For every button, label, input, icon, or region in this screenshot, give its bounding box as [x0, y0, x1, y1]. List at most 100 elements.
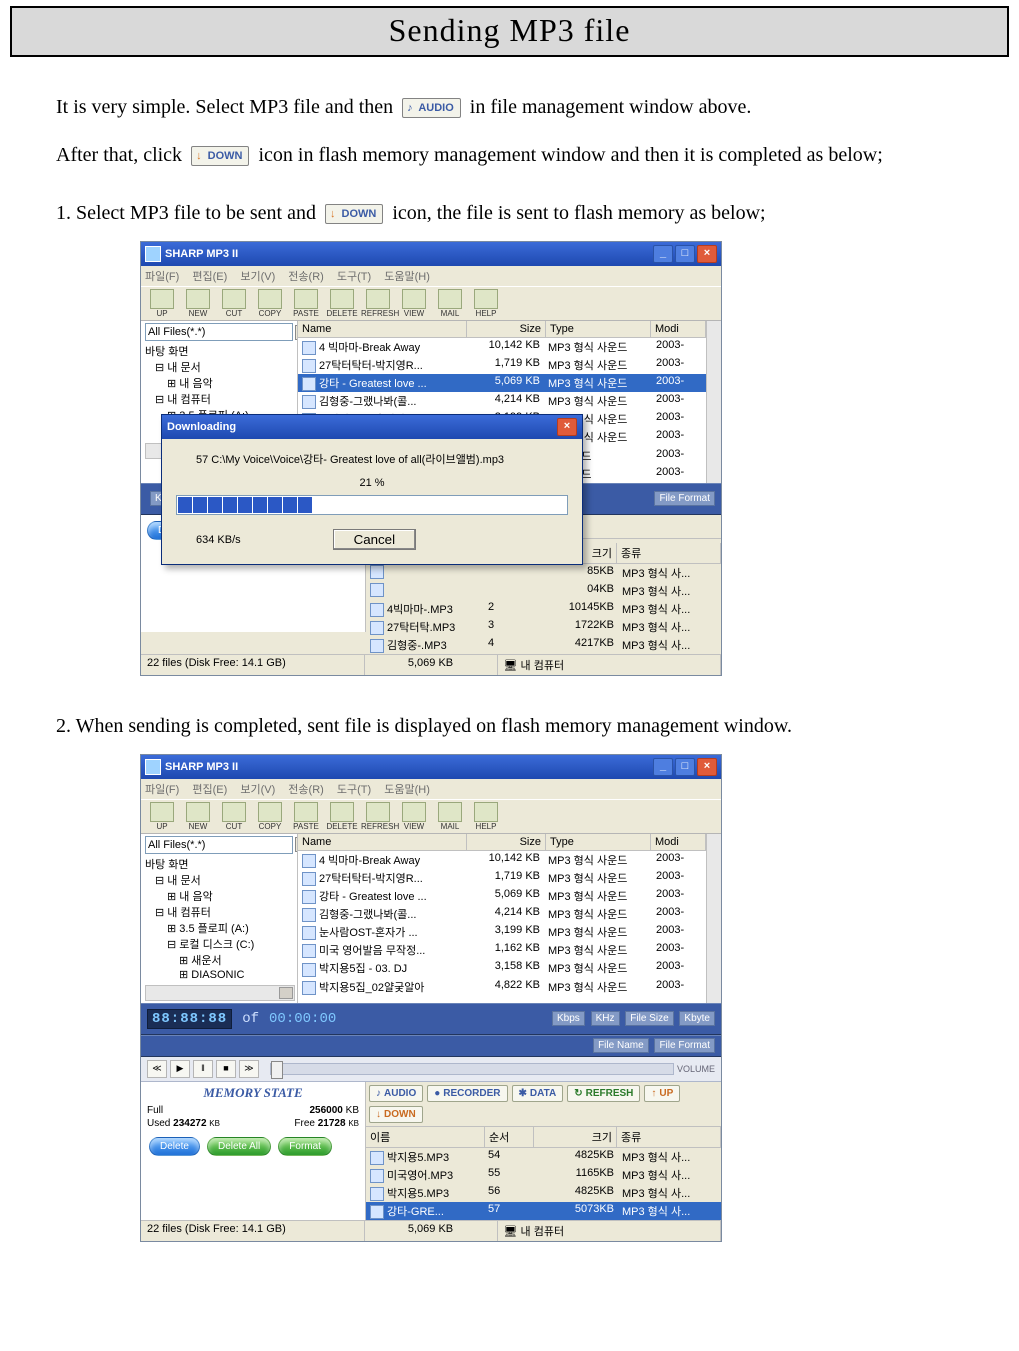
delete-button[interactable]: Delete — [149, 1137, 200, 1156]
menu-item[interactable]: 편집(E) — [192, 784, 227, 796]
toolbar-cut[interactable]: CUT — [217, 289, 251, 318]
recorder-tab[interactable]: ● RECORDER — [427, 1085, 507, 1102]
mh-name[interactable]: 이름 — [366, 1127, 485, 1147]
toolbar-copy[interactable]: COPY — [253, 289, 287, 318]
tree-scrollbar[interactable] — [145, 985, 295, 1001]
close-button[interactable]: × — [697, 245, 717, 263]
file-row[interactable]: 강타 - Greatest love ...5,069 KBMP3 형식 사운드… — [298, 374, 706, 392]
menu-item[interactable]: 도구(T) — [337, 784, 371, 796]
up-button[interactable]: ↑ UP — [644, 1085, 680, 1102]
col-mod[interactable]: Modi — [651, 834, 706, 850]
tree-node[interactable]: ⊞ DIASONIC — [145, 968, 295, 981]
toolbar-new[interactable]: NEW — [181, 802, 215, 831]
menu-item[interactable]: 전송(R) — [288, 271, 324, 283]
toolbar-cut[interactable]: CUT — [217, 802, 251, 831]
format-button[interactable]: Format — [278, 1137, 332, 1156]
filelist-scrollbar[interactable] — [706, 321, 721, 483]
mh-kind[interactable]: 종류 — [617, 543, 721, 563]
file-row[interactable]: 27탁터탁터-박지영R...1,719 KBMP3 형식 사운드2003- — [298, 356, 706, 374]
tree-node[interactable]: ⊞ 새운서 — [145, 952, 295, 968]
minimize-button[interactable]: _ — [653, 245, 673, 263]
col-mod[interactable]: Modi — [651, 321, 706, 337]
refresh-button[interactable]: ↻ REFRESH — [567, 1085, 640, 1102]
folder-tree[interactable]: ▾ 바탕 화면 ⊟ 내 문서 ⊞ 내 음악 ⊟ 내 컴퓨터 ⊞ 3.5 플로피 … — [141, 834, 298, 1003]
memory-row[interactable]: 04KBMP3 형식 사... — [366, 582, 721, 600]
toolbar-up[interactable]: UP — [145, 289, 179, 318]
toolbar-mail[interactable]: MAIL — [433, 289, 467, 318]
maximize-button[interactable]: □ — [675, 245, 695, 263]
file-row[interactable]: 박지용5집_02얄궂알아4,822 KBMP3 형식 사운드2003- — [298, 978, 706, 996]
file-row[interactable]: 미국 영어발음 무작정...1,162 KBMP3 형식 사운드2003- — [298, 941, 706, 959]
memory-row[interactable]: 4빅마마-.MP3210145KBMP3 형식 사... — [366, 600, 721, 618]
file-row[interactable]: 4 빅마마-Break Away10,142 KBMP3 형식 사운드2003- — [298, 851, 706, 869]
toolbar-refresh[interactable]: REFRESH — [361, 802, 395, 831]
minimize-button[interactable]: _ — [653, 758, 673, 776]
toolbar-mail[interactable]: MAIL — [433, 802, 467, 831]
down-button[interactable]: ↓ DOWN — [369, 1106, 423, 1123]
menu-item[interactable]: 도구(T) — [337, 271, 371, 283]
memory-row[interactable]: 85KBMP3 형식 사... — [366, 564, 721, 582]
menu-item[interactable]: 파일(F) — [145, 271, 179, 283]
tree-node[interactable]: ⊟ 내 컴퓨터 — [145, 904, 295, 920]
cancel-button[interactable]: Cancel — [333, 529, 417, 550]
tree-node[interactable]: ⊞ 3.5 플로피 (A:) — [145, 920, 295, 936]
transport-pause[interactable]: ‖ — [193, 1060, 213, 1078]
menu-item[interactable]: 보기(V) — [240, 271, 275, 283]
toolbar-copy[interactable]: COPY — [253, 802, 287, 831]
toolbar-view[interactable]: VIEW — [397, 289, 431, 318]
menu-item[interactable]: 도움말(H) — [384, 784, 430, 796]
audio-tab[interactable]: ♪ AUDIO — [369, 1085, 423, 1102]
toolbar-delete[interactable]: DELETE — [325, 802, 359, 831]
col-name[interactable]: Name — [298, 834, 467, 850]
toolbar-delete[interactable]: DELETE — [325, 289, 359, 318]
transport-next[interactable]: ≫ — [239, 1060, 259, 1078]
file-row[interactable]: 4 빅마마-Break Away10,142 KBMP3 형식 사운드2003- — [298, 338, 706, 356]
menu-item[interactable]: 편집(E) — [192, 271, 227, 283]
file-row[interactable]: 27탁터탁터-박지영R...1,719 KBMP3 형식 사운드2003- — [298, 869, 706, 887]
col-type[interactable]: Type — [546, 321, 651, 337]
toolbar-new[interactable]: NEW — [181, 289, 215, 318]
tree-node[interactable]: ⊟ 로컬 디스크 (C:) — [145, 936, 295, 952]
memory-row[interactable]: 김형중-.MP344217KBMP3 형식 사... — [366, 636, 721, 654]
toolbar-paste[interactable]: PASTE — [289, 802, 323, 831]
toolbar-help[interactable]: HELP — [469, 802, 503, 831]
toolbar-up[interactable]: UP — [145, 802, 179, 831]
memory-row[interactable]: 27탁터탁.MP331722KBMP3 형식 사... — [366, 618, 721, 636]
menu-item[interactable]: 파일(F) — [145, 784, 179, 796]
menu-item[interactable]: 보기(V) — [240, 784, 275, 796]
mh-ord[interactable]: 순서 — [485, 1127, 534, 1147]
memory-row[interactable]: 박지용5.MP3564825KBMP3 형식 사... — [366, 1184, 721, 1202]
toolbar-view[interactable]: VIEW — [397, 802, 431, 831]
mh-size[interactable]: 크기 — [534, 1127, 617, 1147]
menu-item[interactable]: 도움말(H) — [384, 271, 430, 283]
menu-item[interactable]: 전송(R) — [288, 784, 324, 796]
memory-row[interactable]: 박지용5.MP3544825KBMP3 형식 사... — [366, 1148, 721, 1166]
toolbar-help[interactable]: HELP — [469, 289, 503, 318]
tree-node[interactable]: 바탕 화면 — [145, 856, 295, 872]
tree-node[interactable]: ⊟ 내 컴퓨터 — [145, 391, 295, 407]
tree-node[interactable]: ⊟ 내 문서 — [145, 359, 295, 375]
volume-slider[interactable] — [270, 1063, 674, 1075]
col-size[interactable]: Size — [467, 321, 546, 337]
memory-row[interactable]: 강타-GRE...575073KBMP3 형식 사... — [366, 1202, 721, 1220]
close-button[interactable]: × — [697, 758, 717, 776]
tree-node[interactable]: 바탕 화면 — [145, 343, 295, 359]
dialog-close-button[interactable]: × — [557, 418, 577, 436]
file-row[interactable]: 박지용5집 - 03. DJ3,158 KBMP3 형식 사운드2003- — [298, 959, 706, 977]
memory-row[interactable]: 미국영어.MP3551165KBMP3 형식 사... — [366, 1166, 721, 1184]
file-filter-input[interactable] — [145, 323, 293, 341]
mh-kind[interactable]: 종류 — [617, 1127, 721, 1147]
transport-stop[interactable]: ■ — [216, 1060, 236, 1078]
file-row[interactable]: 김형중-그랬나봐(콜...4,214 KBMP3 형식 사운드2003- — [298, 905, 706, 923]
file-row[interactable]: 눈사람OST-혼자가 ...3,199 KBMP3 형식 사운드2003- — [298, 923, 706, 941]
filelist-scrollbar[interactable] — [706, 834, 721, 1003]
toolbar-paste[interactable]: PASTE — [289, 289, 323, 318]
tree-node[interactable]: ⊞ 내 음악 — [145, 888, 295, 904]
file-filter-input[interactable] — [145, 836, 293, 854]
maximize-button[interactable]: □ — [675, 758, 695, 776]
file-row[interactable]: 김형중-그랬나봐(콜...4,214 KBMP3 형식 사운드2003- — [298, 392, 706, 410]
tree-node[interactable]: ⊞ 내 음악 — [145, 375, 295, 391]
transport-play[interactable]: ▶ — [170, 1060, 190, 1078]
col-size[interactable]: Size — [467, 834, 546, 850]
data-tab[interactable]: ✱ DATA — [512, 1085, 564, 1102]
